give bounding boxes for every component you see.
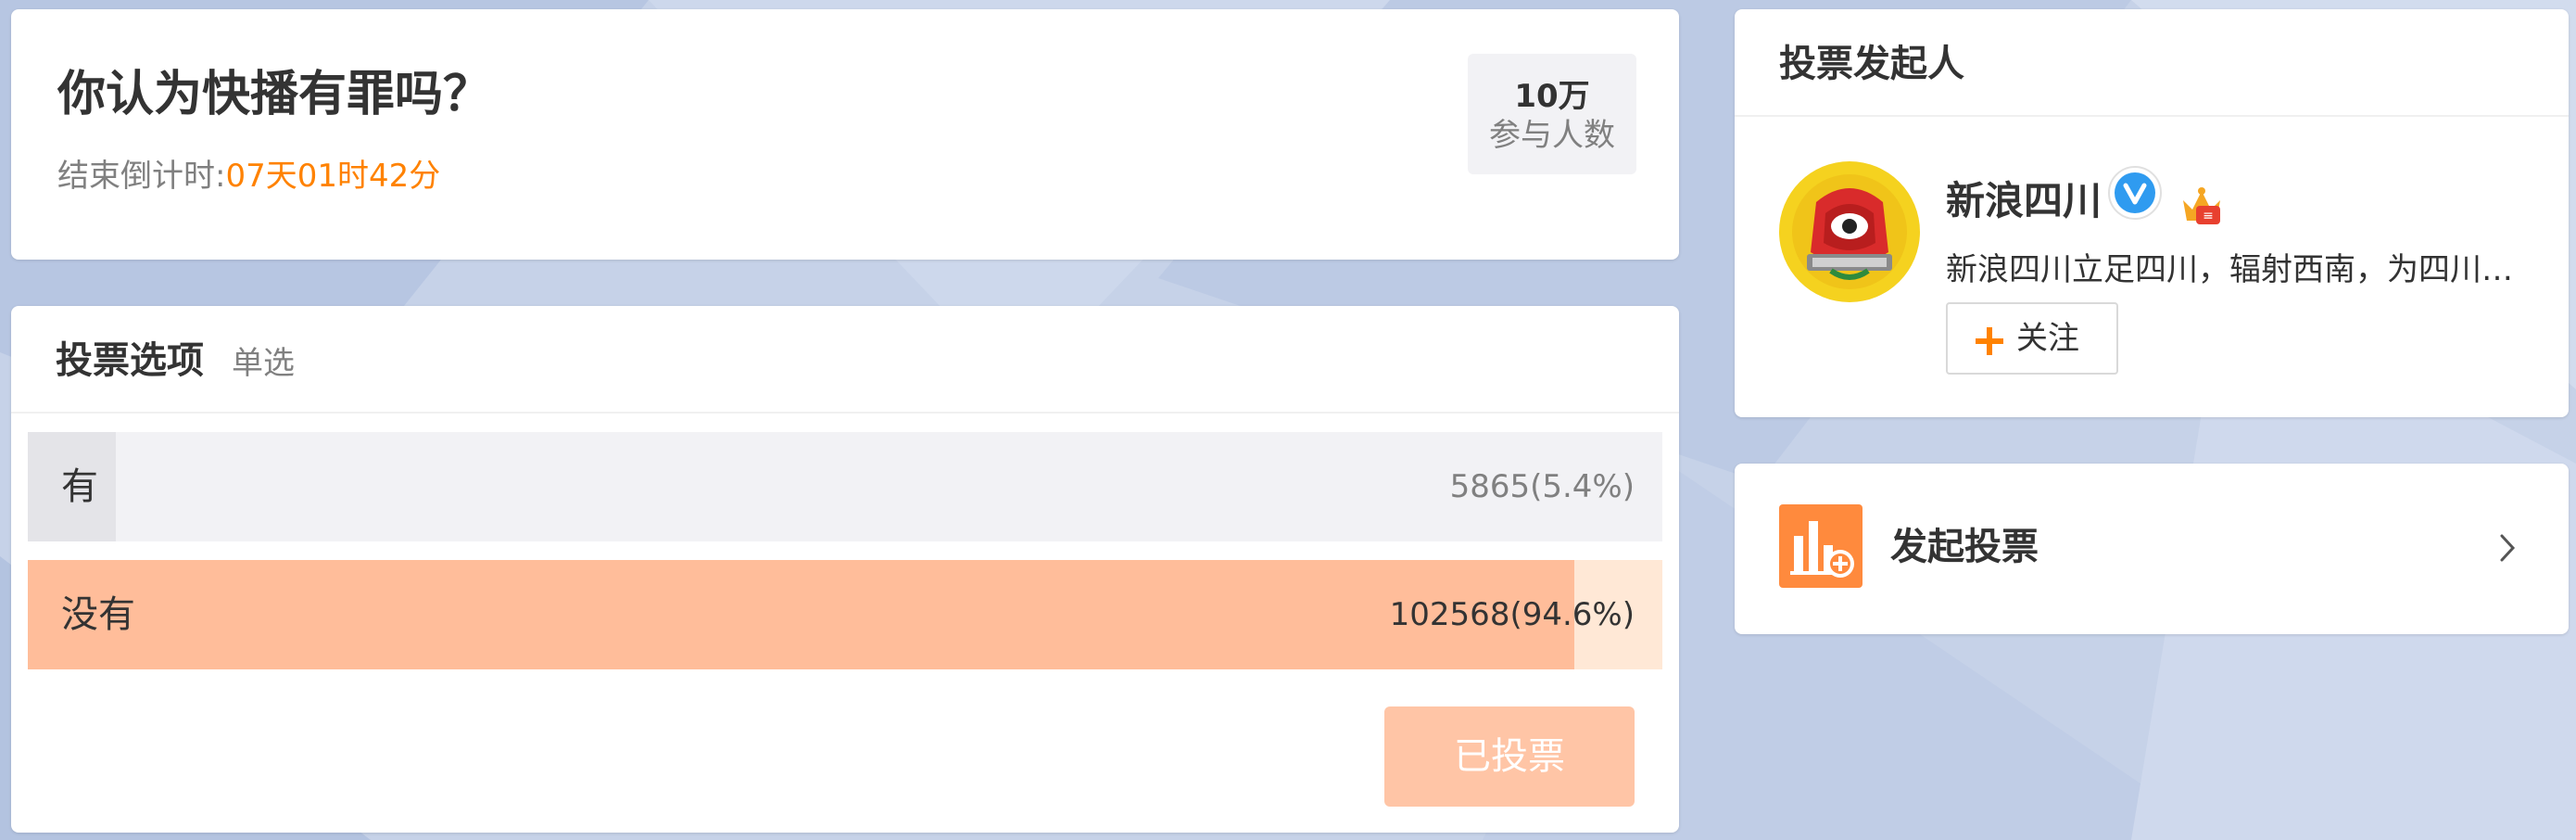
verified-v-icon bbox=[2107, 165, 2163, 221]
follow-button[interactable]: 关注 bbox=[1946, 302, 2118, 375]
start-vote-card[interactable]: 发起投票 bbox=[1735, 464, 2569, 634]
vote-option-no[interactable]: 没有 102568(94.6%) bbox=[28, 560, 1662, 669]
chevron-right-icon bbox=[2496, 532, 2519, 564]
follow-label: 关注 bbox=[2016, 320, 2079, 357]
vote-question-card: 你认为快播有罪吗？ 结束倒计时:07天01时42分 10万 参与人数 bbox=[11, 9, 1679, 260]
options-title: 投票选项 bbox=[56, 339, 204, 382]
options-type-label: 单选 bbox=[232, 345, 295, 382]
vote-initiator-card: 投票发起人 新浪四川 ≡ 新浪四川立足四川，辐射西南，为四川网 关注 bbox=[1735, 9, 2569, 417]
participants-count: 10万 bbox=[1514, 78, 1590, 115]
countdown-label: 结束倒计时: bbox=[57, 158, 226, 195]
participants-label: 参与人数 bbox=[1489, 117, 1615, 154]
vote-options-card: 投票选项 单选 有 5865(5.4%) 没有 102568(94.6%) 已投… bbox=[11, 306, 1679, 833]
crown-level-icon: ≡ bbox=[2178, 184, 2226, 228]
initiator-title: 投票发起人 bbox=[1779, 43, 1964, 85]
initiator-name[interactable]: 新浪四川 bbox=[1946, 176, 2102, 226]
svg-text:≡: ≡ bbox=[2203, 209, 2214, 223]
initiator-header: 投票发起人 bbox=[1735, 9, 2569, 117]
options-header: 投票选项 单选 bbox=[11, 306, 1679, 414]
initiator-description: 新浪四川立足四川，辐射西南，为四川网友提供本地资讯 bbox=[1946, 251, 2532, 288]
option-count: 102568(94.6%) bbox=[1389, 596, 1635, 633]
participants-box: 10万 参与人数 bbox=[1468, 54, 1636, 174]
chart-plus-icon bbox=[1779, 504, 1863, 588]
option-label: 没有 bbox=[61, 593, 135, 636]
option-count: 5865(5.4%) bbox=[1449, 468, 1635, 505]
vote-option-yes[interactable]: 有 5865(5.4%) bbox=[28, 432, 1662, 541]
plus-icon bbox=[1976, 327, 2003, 355]
sina-logo-avatar[interactable] bbox=[1779, 161, 1920, 302]
countdown-value: 07天01时42分 bbox=[225, 158, 441, 195]
option-label: 有 bbox=[61, 465, 98, 508]
voted-button[interactable]: 已投票 bbox=[1384, 706, 1635, 807]
option-result-bar bbox=[28, 560, 1574, 669]
start-vote-label: 发起投票 bbox=[1890, 526, 2039, 568]
countdown: 结束倒计时:07天01时42分 bbox=[57, 156, 440, 197]
question-title: 你认为快播有罪吗？ bbox=[57, 67, 492, 122]
